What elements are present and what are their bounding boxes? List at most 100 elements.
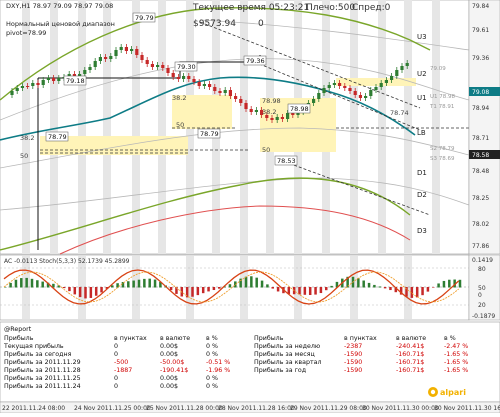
candle bbox=[182, 76, 186, 79]
indicator-axis: 0.1419 80 50 20 0 -0.1879 bbox=[468, 254, 500, 321]
ac-bar bbox=[68, 287, 71, 292]
report-row-pct: -1.96 % bbox=[206, 367, 230, 374]
ac-bar bbox=[373, 284, 376, 288]
svg-text:78.79: 78.79 bbox=[200, 130, 219, 138]
ac-bar bbox=[201, 287, 205, 294]
zero-text: 0 bbox=[258, 19, 264, 29]
candle bbox=[124, 47, 128, 51]
ac-bar bbox=[421, 287, 424, 296]
chart-canvas: U3 U2 U1 LB D1 D2 D3 79.09 U1 78.98 T1 7… bbox=[0, 0, 500, 414]
price-axis: 79.84 79.61 79.36 78.94 78.71 78.48 78.2… bbox=[468, 0, 500, 255]
report-row-pct: -0.51 % bbox=[206, 359, 230, 366]
ac-bar bbox=[250, 276, 253, 288]
ac-bar bbox=[191, 287, 194, 297]
tag-78-79b: 78.79 bbox=[197, 128, 221, 139]
candle bbox=[36, 83, 40, 85]
ac-bar bbox=[319, 287, 323, 294]
report-row-points: -1590 bbox=[344, 351, 362, 358]
ac-bar bbox=[378, 286, 381, 288]
ac-bar bbox=[308, 287, 312, 295]
candle bbox=[26, 86, 30, 87]
report-row-points: -1590 bbox=[344, 359, 362, 366]
indicator-title: AC -0.0113 Stoch(5,3,3) 52.1739 45.2899 bbox=[4, 258, 130, 265]
current-price-tag: 79.08 bbox=[469, 87, 500, 96]
extra-price-tag: 78.58 bbox=[469, 150, 500, 159]
symbol-line: DXY,H1 78.97 79.09 78.97 79.08 bbox=[6, 2, 113, 10]
candle bbox=[364, 96, 368, 98]
report-row-points: -1887 bbox=[114, 367, 132, 374]
report-row-pct: 0 % bbox=[206, 375, 218, 382]
report-row-points: -2387 bbox=[344, 343, 362, 350]
svg-text:79.36: 79.36 bbox=[246, 57, 265, 65]
candle bbox=[171, 73, 175, 77]
ac-bar bbox=[458, 279, 462, 288]
time-label: 22 2011.11.24 08:00 bbox=[2, 405, 65, 412]
candle bbox=[270, 118, 274, 120]
report-row-money: 0.00$ bbox=[160, 343, 178, 350]
candle bbox=[15, 88, 19, 91]
svg-text:78.71: 78.71 bbox=[472, 135, 489, 142]
candle bbox=[327, 85, 331, 88]
svg-text:50: 50 bbox=[20, 152, 28, 160]
ac-bar bbox=[260, 280, 264, 288]
candle bbox=[78, 74, 82, 76]
ac-bar bbox=[437, 283, 440, 288]
tag-78-98: 78.98 bbox=[287, 103, 311, 114]
candle bbox=[223, 90, 227, 93]
svg-text:78.58: 78.58 bbox=[472, 152, 489, 159]
svg-text:79.61: 79.61 bbox=[472, 27, 489, 34]
report-row-label: Прибыль за неделю bbox=[254, 342, 320, 350]
ac-bar bbox=[169, 287, 173, 291]
candle bbox=[202, 84, 206, 86]
svg-text:79.08: 79.08 bbox=[472, 89, 489, 96]
svg-text:79.84: 79.84 bbox=[472, 3, 489, 10]
ac-bar bbox=[255, 277, 258, 288]
candle bbox=[228, 90, 232, 96]
candle bbox=[187, 76, 191, 79]
candle bbox=[395, 70, 399, 76]
svg-text:S3 78.69: S3 78.69 bbox=[430, 156, 455, 162]
col-header-money: в валюте bbox=[160, 335, 190, 342]
ac-bar bbox=[271, 287, 274, 289]
ac-bar bbox=[148, 278, 151, 288]
candle bbox=[400, 66, 404, 70]
candle bbox=[275, 117, 279, 120]
ac-bar bbox=[298, 287, 301, 295]
candle bbox=[197, 82, 201, 86]
candle bbox=[145, 60, 149, 64]
svg-text:77.86: 77.86 bbox=[472, 243, 489, 250]
candle bbox=[176, 77, 180, 79]
ac-bar bbox=[143, 278, 146, 288]
report-row-label: Прибыль bbox=[254, 334, 284, 342]
tag-79-79: 79.79 bbox=[132, 12, 156, 23]
level-d3: D3 bbox=[417, 227, 427, 235]
time-label: 30 Nov 2011.11.30 00:00 bbox=[362, 405, 439, 412]
candle bbox=[291, 113, 295, 115]
time-label: 29 Nov 2011.11.29 08:00 bbox=[290, 405, 367, 412]
time-label: 25 Nov 2011.11.28 00:00 bbox=[146, 405, 223, 412]
svg-text:78.94: 78.94 bbox=[472, 105, 489, 112]
ac-bar bbox=[426, 287, 430, 292]
candle bbox=[166, 68, 170, 73]
corridor-line: Нормальный ценовой диапазон bbox=[6, 20, 115, 28]
svg-text:78.98: 78.98 bbox=[262, 97, 281, 105]
trading-terminal-screenshot: U3 U2 U1 LB D1 D2 D3 79.09 U1 78.98 T1 7… bbox=[0, 0, 500, 414]
svg-text:50: 50 bbox=[176, 121, 184, 129]
report-row-label: Прибыль за год bbox=[254, 366, 307, 374]
svg-text:38.2: 38.2 bbox=[262, 108, 276, 116]
col-header-points: в пунктах bbox=[344, 335, 377, 342]
candle bbox=[369, 90, 373, 96]
report-row-money: -160.71$ bbox=[396, 351, 424, 358]
tag-79-36: 79.36 bbox=[243, 55, 267, 66]
candle bbox=[280, 117, 284, 119]
report-row-money: -160.71$ bbox=[396, 367, 424, 374]
ac-bar bbox=[367, 282, 371, 288]
level-d1: D1 bbox=[417, 169, 427, 177]
svg-text:78.53: 78.53 bbox=[277, 157, 296, 165]
tag-78-53: 78.53 bbox=[274, 155, 298, 166]
main-chart-frame bbox=[0, 0, 470, 255]
report-row-pct: -1.65 % bbox=[444, 351, 468, 358]
ac-bar bbox=[330, 285, 333, 288]
ac-bar bbox=[153, 279, 157, 288]
level-u1: U1 bbox=[417, 94, 427, 102]
